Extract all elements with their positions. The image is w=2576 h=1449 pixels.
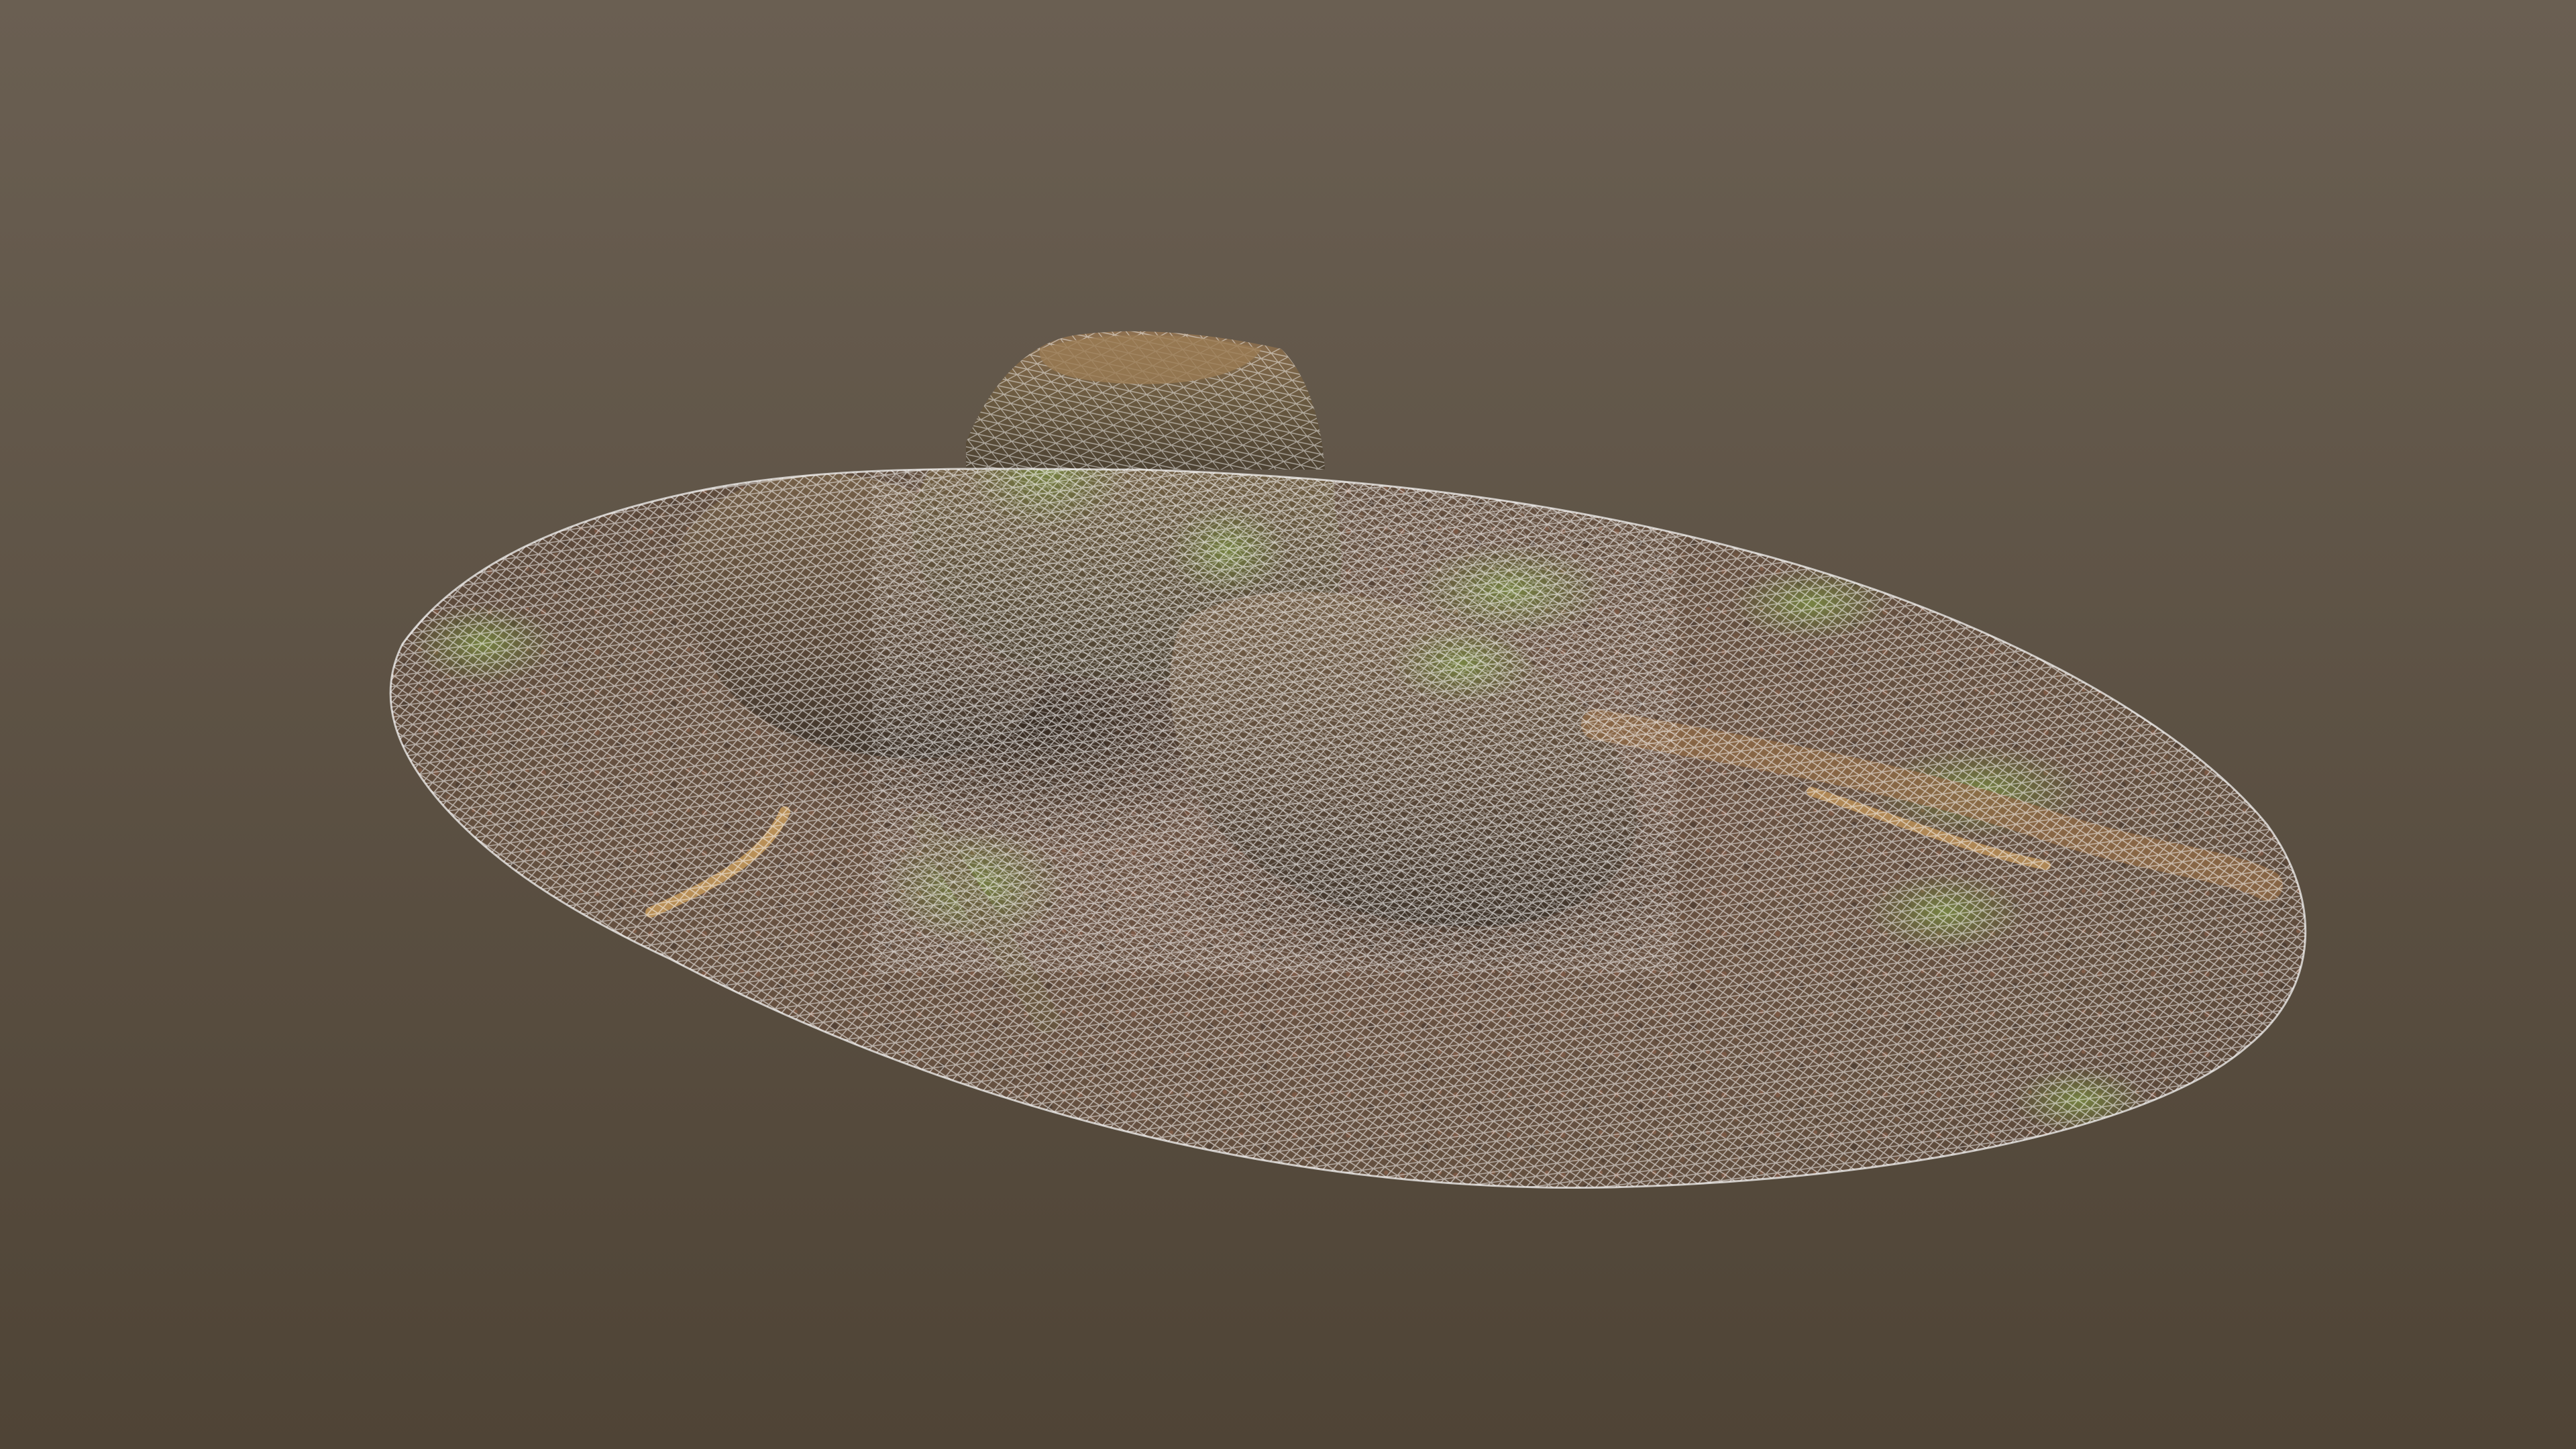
3d-viewport[interactable] [0,0,2576,1449]
scene-canvas[interactable] [0,0,2576,1449]
